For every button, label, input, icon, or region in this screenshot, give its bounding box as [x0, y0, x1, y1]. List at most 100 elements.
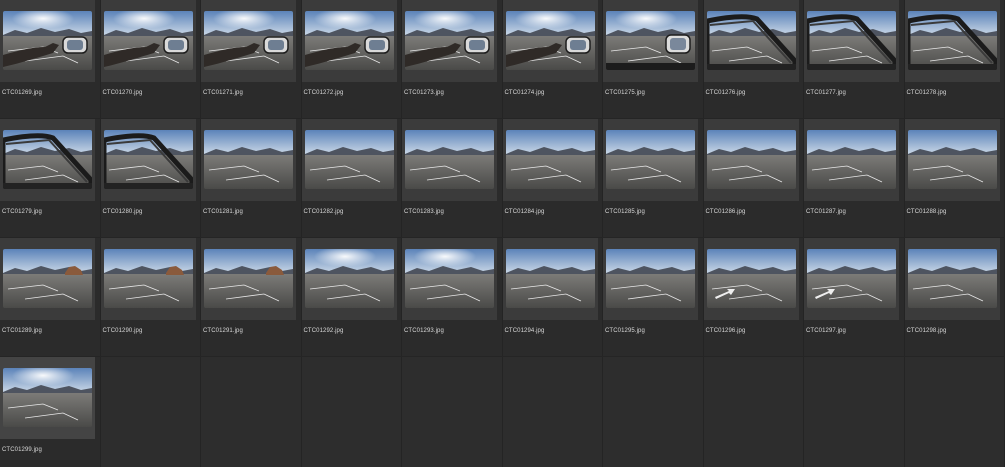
- file-item[interactable]: CTC01298.jpg: [905, 238, 1005, 356]
- thumbnail-frame[interactable]: [201, 0, 296, 82]
- thumbnail-frame[interactable]: [101, 119, 196, 201]
- photo-thumbnail-icon[interactable]: [807, 130, 896, 189]
- file-item[interactable]: CTC01273.jpg: [402, 0, 503, 118]
- file-item[interactable]: CTC01270.jpg: [101, 0, 202, 118]
- thumbnail-frame[interactable]: [0, 238, 95, 320]
- file-item[interactable]: CTC01284.jpg: [503, 119, 604, 237]
- file-item[interactable]: CTC01269.jpg: [0, 0, 101, 118]
- file-item[interactable]: CTC01277.jpg: [804, 0, 905, 118]
- photo-thumbnail-icon[interactable]: [908, 130, 997, 189]
- file-name-label: CTC01277.jpg: [806, 90, 846, 96]
- photo-thumbnail-icon[interactable]: [405, 130, 494, 189]
- empty-grid-cell: [402, 357, 503, 467]
- thumbnail-frame[interactable]: [804, 238, 899, 320]
- photo-thumbnail-icon[interactable]: [3, 249, 92, 308]
- file-item[interactable]: CTC01291.jpg: [201, 238, 302, 356]
- file-item[interactable]: CTC01285.jpg: [603, 119, 704, 237]
- file-name-label: CTC01273.jpg: [404, 90, 444, 96]
- file-item[interactable]: CTC01286.jpg: [704, 119, 805, 237]
- photo-thumbnail-icon[interactable]: [305, 249, 394, 308]
- photo-thumbnail-icon[interactable]: [305, 11, 394, 70]
- photo-thumbnail-icon[interactable]: [104, 130, 193, 189]
- thumbnail-frame[interactable]: [503, 238, 598, 320]
- photo-thumbnail-icon[interactable]: [908, 249, 997, 308]
- thumbnail-frame[interactable]: [704, 119, 799, 201]
- photo-thumbnail-icon[interactable]: [506, 11, 595, 70]
- thumbnail-frame[interactable]: [201, 238, 296, 320]
- photo-thumbnail-icon[interactable]: [506, 249, 595, 308]
- photo-thumbnail-icon[interactable]: [707, 11, 796, 70]
- photo-thumbnail-icon[interactable]: [707, 130, 796, 189]
- photo-thumbnail-icon[interactable]: [104, 249, 193, 308]
- file-item[interactable]: CTC01276.jpg: [704, 0, 805, 118]
- photo-thumbnail-icon[interactable]: [606, 130, 695, 189]
- thumbnail-frame[interactable]: [101, 238, 196, 320]
- thumbnail-frame[interactable]: [603, 238, 698, 320]
- photo-thumbnail-icon[interactable]: [606, 11, 695, 70]
- thumbnail-frame[interactable]: [302, 0, 397, 82]
- file-item[interactable]: CTC01289.jpg: [0, 238, 101, 356]
- file-item[interactable]: CTC01290.jpg: [101, 238, 202, 356]
- photo-thumbnail-icon[interactable]: [405, 11, 494, 70]
- photo-thumbnail-icon[interactable]: [3, 130, 92, 189]
- file-item[interactable]: CTC01282.jpg: [302, 119, 403, 237]
- thumbnail-frame[interactable]: [0, 119, 95, 201]
- thumbnail-frame[interactable]: [402, 238, 497, 320]
- thumbnail-frame[interactable]: [402, 119, 497, 201]
- thumbnail-frame[interactable]: [804, 119, 899, 201]
- file-name-label: CTC01299.jpg: [2, 447, 42, 453]
- thumbnail-frame[interactable]: [302, 119, 397, 201]
- file-item[interactable]: CTC01274.jpg: [503, 0, 604, 118]
- thumbnail-frame[interactable]: [905, 0, 1000, 82]
- file-item[interactable]: CTC01295.jpg: [603, 238, 704, 356]
- file-item[interactable]: CTC01288.jpg: [905, 119, 1005, 237]
- file-item[interactable]: CTC01283.jpg: [402, 119, 503, 237]
- file-grid: CTC01269.jpg CTC01270.jpg CTC01271.jpg: [0, 0, 1005, 464]
- file-item[interactable]: CTC01279.jpg: [0, 119, 101, 237]
- file-name-label: CTC01292.jpg: [304, 328, 344, 334]
- photo-thumbnail-icon[interactable]: [807, 11, 896, 70]
- photo-thumbnail-icon[interactable]: [305, 130, 394, 189]
- photo-thumbnail-icon[interactable]: [3, 368, 92, 427]
- file-name-label: CTC01280.jpg: [103, 209, 143, 215]
- photo-thumbnail-icon[interactable]: [908, 11, 997, 70]
- thumbnail-frame[interactable]: [0, 0, 95, 82]
- file-item[interactable]: CTC01296.jpg: [704, 238, 805, 356]
- thumbnail-frame[interactable]: [402, 0, 497, 82]
- file-item[interactable]: CTC01272.jpg: [302, 0, 403, 118]
- photo-thumbnail-icon[interactable]: [606, 249, 695, 308]
- thumbnail-frame[interactable]: [101, 0, 196, 82]
- photo-thumbnail-icon[interactable]: [204, 130, 293, 189]
- thumbnail-frame[interactable]: [804, 0, 899, 82]
- thumbnail-frame[interactable]: [201, 119, 296, 201]
- file-item[interactable]: CTC01297.jpg: [804, 238, 905, 356]
- photo-thumbnail-icon[interactable]: [405, 249, 494, 308]
- thumbnail-frame[interactable]: [704, 0, 799, 82]
- photo-thumbnail-icon[interactable]: [204, 11, 293, 70]
- photo-thumbnail-icon[interactable]: [506, 130, 595, 189]
- file-item[interactable]: CTC01280.jpg: [101, 119, 202, 237]
- photo-thumbnail-icon[interactable]: [204, 249, 293, 308]
- thumbnail-frame[interactable]: [603, 119, 698, 201]
- file-item[interactable]: CTC01299.jpg: [0, 357, 101, 467]
- file-item[interactable]: CTC01287.jpg: [804, 119, 905, 237]
- photo-thumbnail-icon[interactable]: [3, 11, 92, 70]
- photo-thumbnail-icon[interactable]: [104, 11, 193, 70]
- photo-thumbnail-icon[interactable]: [707, 249, 796, 308]
- file-item[interactable]: CTC01278.jpg: [905, 0, 1005, 118]
- file-item[interactable]: CTC01293.jpg: [402, 238, 503, 356]
- thumbnail-frame[interactable]: [704, 238, 799, 320]
- thumbnail-frame[interactable]: [503, 119, 598, 201]
- thumbnail-frame[interactable]: [302, 238, 397, 320]
- photo-thumbnail-icon[interactable]: [807, 249, 896, 308]
- file-item[interactable]: CTC01281.jpg: [201, 119, 302, 237]
- file-item[interactable]: CTC01275.jpg: [603, 0, 704, 118]
- file-item[interactable]: CTC01292.jpg: [302, 238, 403, 356]
- thumbnail-frame[interactable]: [503, 0, 598, 82]
- thumbnail-frame[interactable]: [905, 119, 1000, 201]
- thumbnail-frame[interactable]: [603, 0, 698, 82]
- thumbnail-frame[interactable]: [0, 357, 95, 439]
- file-item[interactable]: CTC01294.jpg: [503, 238, 604, 356]
- file-item[interactable]: CTC01271.jpg: [201, 0, 302, 118]
- thumbnail-frame[interactable]: [905, 238, 1000, 320]
